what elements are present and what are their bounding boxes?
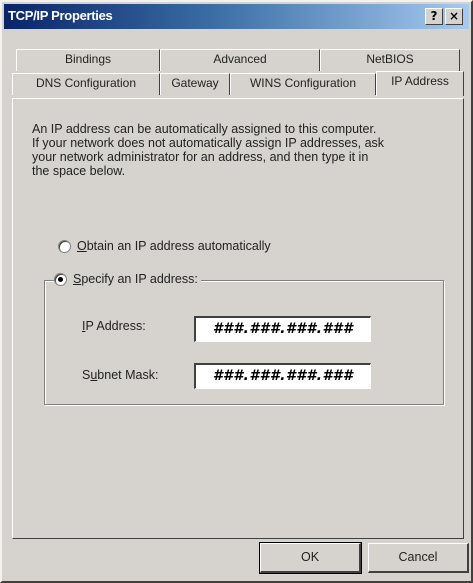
close-button[interactable]: × [445, 8, 463, 25]
specify-ip-radio[interactable] [54, 272, 67, 286]
subnet-mask-input[interactable]: ###.###.###.### [194, 363, 371, 389]
specify-ip-label: Specify an IP address: [73, 272, 198, 286]
description-text: An IP address can be automatically assig… [32, 122, 385, 178]
subnet-mask-label: Subnet Mask: [82, 368, 159, 382]
tab-dns-configuration[interactable]: DNS Configuration [12, 73, 160, 95]
tcpip-properties-dialog: TCP/IP Properties ? × Bindings Advanced … [0, 0, 473, 583]
tab-ip-address[interactable]: IP Address [376, 71, 464, 96]
specify-ip-address-option[interactable]: Specify an IP address: [54, 272, 201, 286]
obtain-ip-automatically-option[interactable]: Obtain an IP address automatically [58, 239, 274, 253]
ip-address-label: IP Address: [82, 319, 146, 333]
help-button[interactable]: ? [425, 8, 443, 25]
ip-address-input[interactable]: ###.###.###.### [194, 316, 371, 342]
tab-gateway[interactable]: Gateway [160, 73, 230, 95]
obtain-ip-radio[interactable] [58, 239, 71, 253]
window-title: TCP/IP Properties [8, 8, 113, 23]
obtain-ip-label: Obtain an IP address automatically [77, 239, 271, 253]
cancel-button[interactable]: Cancel [368, 543, 469, 573]
tab-bindings[interactable]: Bindings [16, 49, 160, 71]
tab-netbios[interactable]: NetBIOS [320, 49, 460, 71]
title-bar[interactable]: TCP/IP Properties ? × [4, 4, 469, 29]
ok-button[interactable]: OK [259, 542, 362, 574]
tab-advanced[interactable]: Advanced [160, 49, 320, 71]
tab-wins-configuration[interactable]: WINS Configuration [230, 73, 376, 95]
